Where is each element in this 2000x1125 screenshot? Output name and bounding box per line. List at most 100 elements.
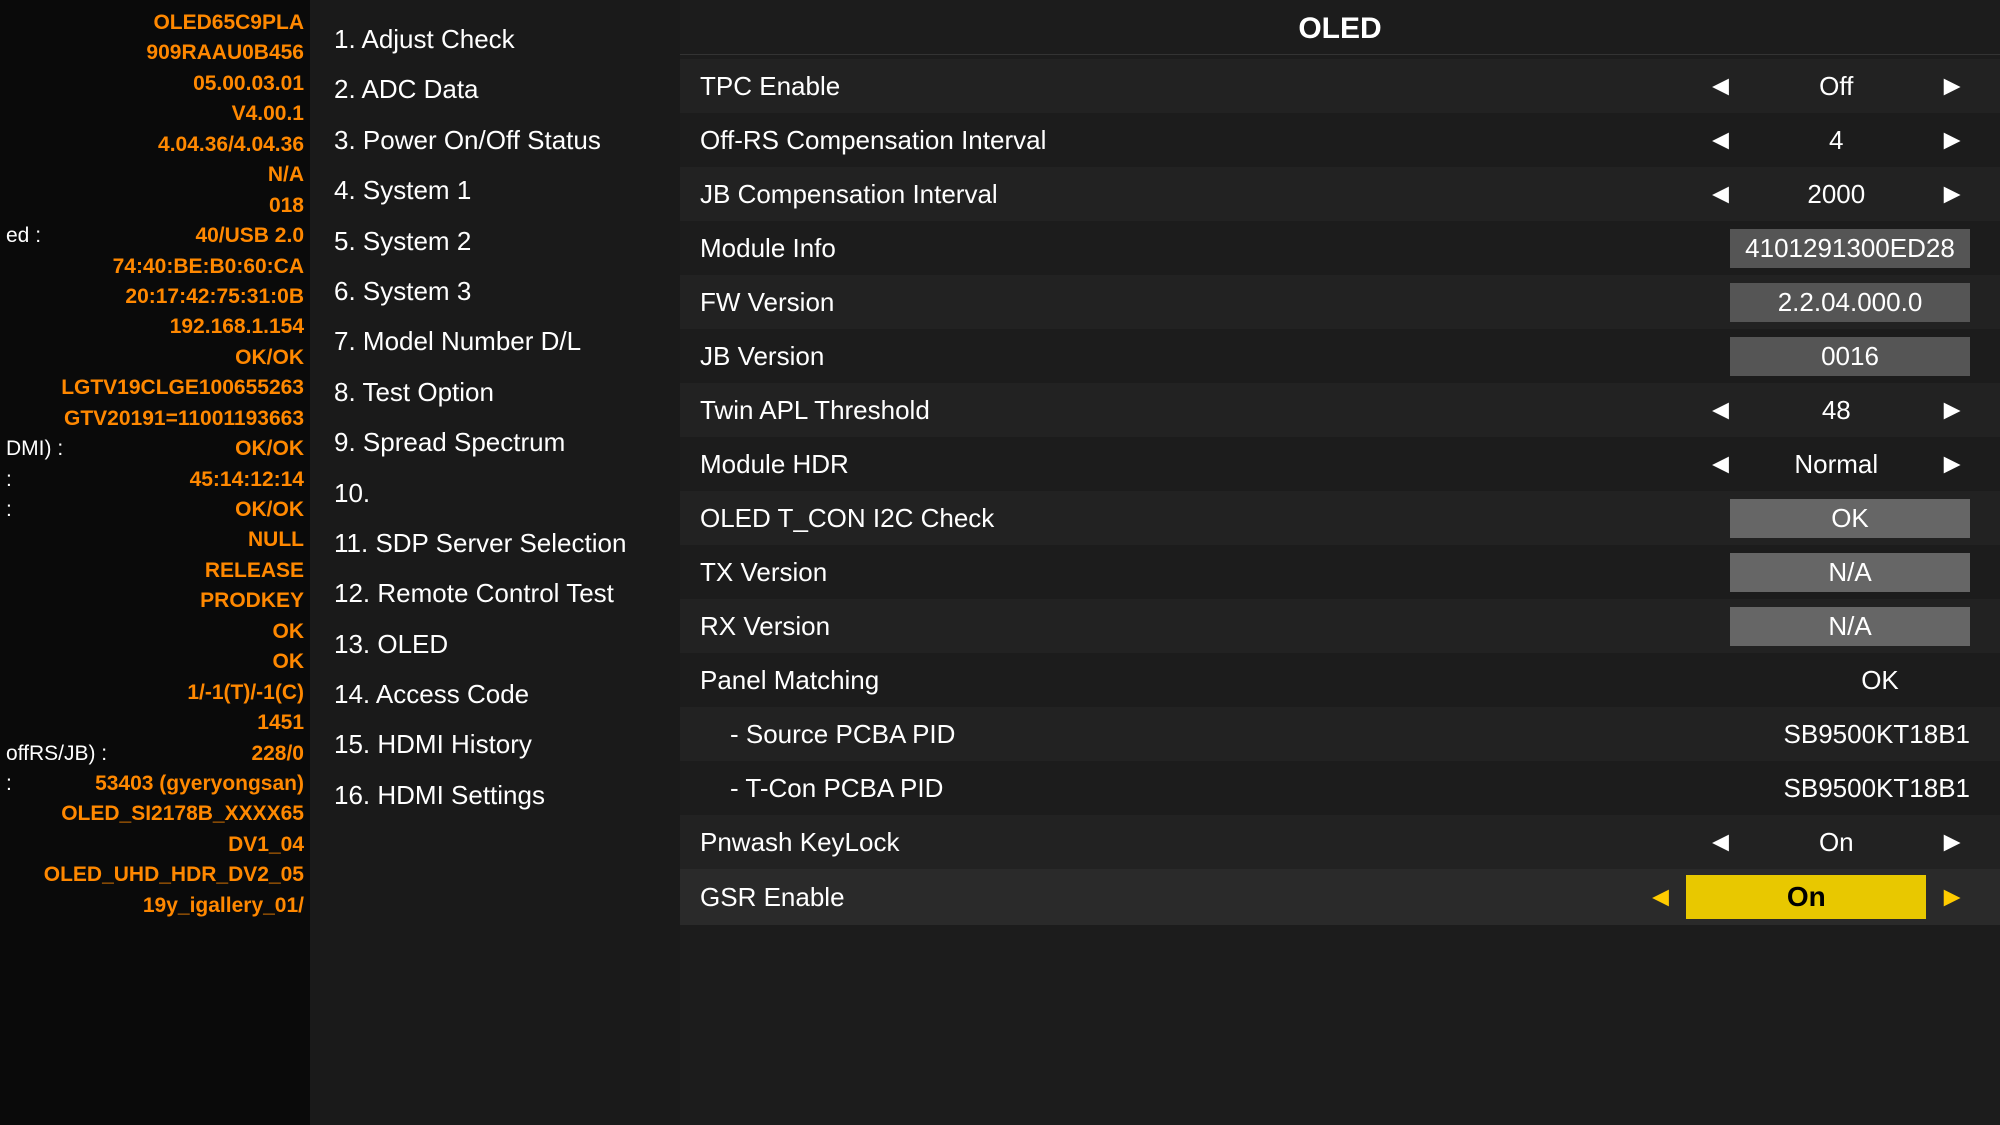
value-container-apl: ◄ 48 ► — [1650, 394, 1970, 426]
setting-offrs-interval: Off-RS Compensation Interval ◄ 4 ► — [680, 113, 2000, 167]
value-okok2: OK/OK — [235, 495, 304, 525]
info-line-ok1: OK — [6, 617, 304, 647]
menu-item-1[interactable]: 1. Adjust Check — [330, 15, 660, 63]
info-line-1451: 1451 — [6, 708, 304, 738]
label-tcon-check: OLED T_CON I2C Check — [700, 503, 1650, 534]
arrow-left-apl[interactable]: ◄ — [1703, 394, 1739, 426]
value-dmi: OK/OK — [235, 434, 304, 464]
value-container-module-info: 4101291300ED28 — [1650, 229, 1970, 268]
label-rx-version: RX Version — [700, 611, 1650, 642]
label-jb-version: JB Version — [700, 341, 1650, 372]
label-tx-version: TX Version — [700, 557, 1650, 588]
label-offrs: offRS/JB) : — [6, 739, 107, 769]
info-line-1: OLED65C9PLA — [6, 8, 304, 38]
label-pnwash-keylock: Pnwash KeyLock — [700, 827, 1650, 858]
left-info-panel: OLED65C9PLA 909RAAU0B456 05.00.03.01 V4.… — [0, 0, 310, 1125]
menu-item-10[interactable]: 10. — [330, 469, 660, 517]
info-line-lgtv1: LGTV19CLGE100655263 — [6, 373, 304, 403]
value-module-hdr: Normal — [1746, 449, 1926, 480]
setting-tcon-pcba: - T-Con PCBA PID SB9500KT18B1 — [680, 761, 2000, 815]
value-container-jbv: 0016 — [1650, 337, 1970, 376]
info-line-6: N/A — [6, 160, 304, 190]
value-container-tpc: ◄ Off ► — [1650, 70, 1970, 102]
info-line-prodkey: PRODKEY — [6, 586, 304, 616]
arrow-left-tpc[interactable]: ◄ — [1703, 70, 1739, 102]
value-container-hdr: ◄ Normal ► — [1650, 448, 1970, 480]
menu-item-4[interactable]: 4. System 1 — [330, 166, 660, 214]
setting-tx-version: TX Version N/A — [680, 545, 2000, 599]
arrow-left-hdr[interactable]: ◄ — [1703, 448, 1739, 480]
value-container-rx: N/A — [1650, 607, 1970, 646]
value-container-tcon: OK — [1650, 499, 1970, 538]
value-panel-matching: OK — [1790, 665, 1970, 696]
setting-module-info: Module Info 4101291300ED28 — [680, 221, 2000, 275]
menu-item-13[interactable]: 13. OLED — [330, 620, 660, 668]
label-panel-matching: Panel Matching — [700, 665, 1650, 696]
arrow-right-gsr[interactable]: ► — [1934, 881, 1970, 913]
info-line-ip: 192.168.1.154 — [6, 312, 304, 342]
menu-item-9[interactable]: 9. Spread Spectrum — [330, 418, 660, 466]
arrow-right-tpc[interactable]: ► — [1934, 70, 1970, 102]
arrow-left-gsr[interactable]: ◄ — [1643, 881, 1679, 913]
label-dmi: DMI) : — [6, 434, 63, 464]
info-row-okok2: : OK/OK — [6, 495, 304, 525]
menu-item-12[interactable]: 12. Remote Control Test — [330, 569, 660, 617]
value-jb-interval: 2000 — [1746, 179, 1926, 210]
arrow-right-pnwash[interactable]: ► — [1934, 826, 1970, 858]
arrow-right-jb[interactable]: ► — [1934, 178, 1970, 210]
arrow-right-apl[interactable]: ► — [1934, 394, 1970, 426]
setting-rx-version: RX Version N/A — [680, 599, 2000, 653]
setting-gsr-enable: GSR Enable ◄ On ► — [680, 869, 2000, 925]
label-gsr-enable: GSR Enable — [700, 882, 1643, 913]
label-time: : — [6, 465, 12, 495]
menu-item-7[interactable]: 7. Model Number D/L — [330, 317, 660, 365]
value-tcon-check: OK — [1730, 499, 1970, 538]
value-tx-version: N/A — [1730, 553, 1970, 592]
menu-item-14[interactable]: 14. Access Code — [330, 670, 660, 718]
label-fw-version: FW Version — [700, 287, 1650, 318]
menu-item-3[interactable]: 3. Power On/Off Status — [330, 116, 660, 164]
info-row-offrs: offRS/JB) : 228/0 — [6, 739, 304, 769]
arrow-left-pnwash[interactable]: ◄ — [1703, 826, 1739, 858]
oled-settings-panel: OLED TPC Enable ◄ Off ► Off-RS Compensat… — [680, 0, 2000, 1125]
label-source-pcba: - Source PCBA PID — [700, 719, 1650, 750]
menu-item-8[interactable]: 8. Test Option — [330, 368, 660, 416]
arrow-left-jb[interactable]: ◄ — [1703, 178, 1739, 210]
info-line-okok1: OK/OK — [6, 343, 304, 373]
label-module-hdr: Module HDR — [700, 449, 1650, 480]
menu-panel: 1. Adjust Check 2. ADC Data 3. Power On/… — [310, 0, 680, 1125]
value-container-offrs: ◄ 4 ► — [1650, 124, 1970, 156]
menu-item-16[interactable]: 16. HDMI Settings — [330, 771, 660, 819]
menu-item-11[interactable]: 11. SDP Server Selection — [330, 519, 660, 567]
setting-tpc-enable: TPC Enable ◄ Off ► — [680, 59, 2000, 113]
info-line-oled-si: OLED_SI2178B_XXXX65 — [6, 799, 304, 829]
info-line-7: 018 — [6, 191, 304, 221]
value-tcon-pcba: SB9500KT18B1 — [1784, 773, 1970, 804]
menu-item-6[interactable]: 6. System 3 — [330, 267, 660, 315]
arrow-left-offrs[interactable]: ◄ — [1703, 124, 1739, 156]
value-fw-version: 2.2.04.000.0 — [1730, 283, 1970, 322]
arrow-right-offrs[interactable]: ► — [1934, 124, 1970, 156]
setting-source-pcba: - Source PCBA PID SB9500KT18B1 — [680, 707, 2000, 761]
value-container-jb: ◄ 2000 ► — [1650, 178, 1970, 210]
info-row-time: : 45:14:12:14 — [6, 465, 304, 495]
label-53403: : — [6, 769, 12, 799]
menu-item-2[interactable]: 2. ADC Data — [330, 65, 660, 113]
value-module-info: 4101291300ED28 — [1730, 229, 1970, 268]
info-line-3: 05.00.03.01 — [6, 69, 304, 99]
setting-jb-interval: JB Compensation Interval ◄ 2000 ► — [680, 167, 2000, 221]
label-tpc-enable: TPC Enable — [700, 71, 1650, 102]
value-tpc: Off — [1746, 71, 1926, 102]
value-container-fw: 2.2.04.000.0 — [1650, 283, 1970, 322]
info-line-dv1: DV1_04 OLED_UHD_HDR_DV2_05 — [6, 830, 304, 891]
value-container-gsr: ◄ On ► — [1643, 875, 1970, 919]
value-offrs-interval: 4 — [1746, 125, 1926, 156]
menu-item-15[interactable]: 15. HDMI History — [330, 720, 660, 768]
setting-twin-apl: Twin APL Threshold ◄ 48 ► — [680, 383, 2000, 437]
value-source-pcba: SB9500KT18B1 — [1784, 719, 1970, 750]
menu-item-5[interactable]: 5. System 2 — [330, 217, 660, 265]
value-time: 45:14:12:14 — [190, 465, 304, 495]
arrow-right-hdr[interactable]: ► — [1934, 448, 1970, 480]
info-row-dmi: DMI) : OK/OK — [6, 434, 304, 464]
label-jb-interval: JB Compensation Interval — [700, 179, 1650, 210]
